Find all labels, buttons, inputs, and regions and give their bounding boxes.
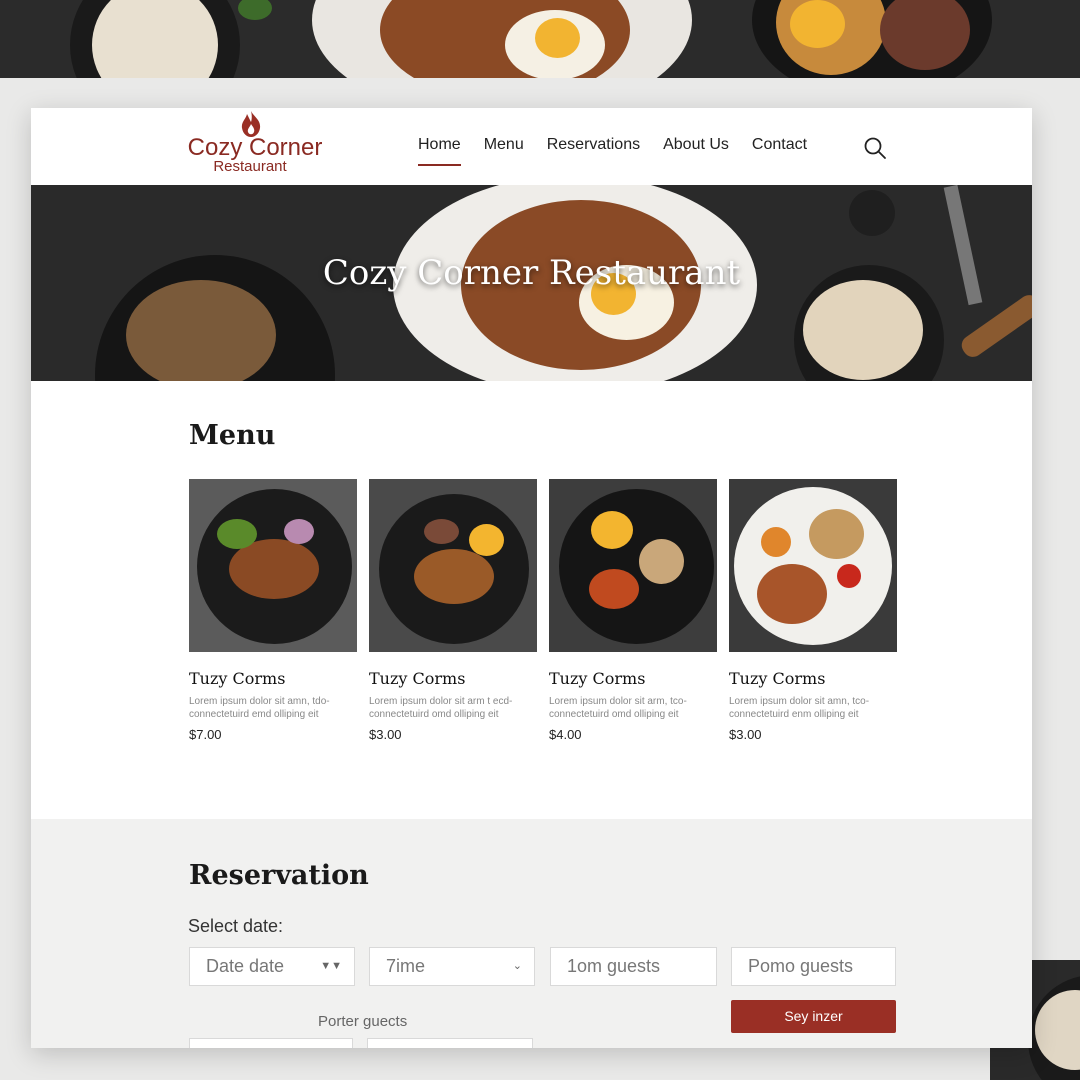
chevron-down-icon: ⌄ xyxy=(512,960,522,972)
nav-item-home[interactable]: Home xyxy=(418,136,461,166)
dish-price: $7.00 xyxy=(189,727,222,742)
nav-item-contact[interactable]: Contact xyxy=(752,136,807,166)
hero-banner: Cozy Corner Restaurant xyxy=(31,185,1032,381)
dish-name: Tuzy Corms xyxy=(369,669,466,688)
double-chevron-icon: ▼▼ xyxy=(320,960,342,972)
date-select-value: Date date xyxy=(206,956,285,976)
time-select-value: 7ime xyxy=(386,956,426,976)
hero-title: Cozy Corner Restaurant xyxy=(322,253,741,293)
menu-card[interactable]: Tuzy Corms Lorem ipsum dolor sit arm t e… xyxy=(369,479,537,742)
dish-image xyxy=(549,479,717,652)
logo-subtitle: Restaurant xyxy=(213,158,287,175)
nav-item-reservations[interactable]: Reservations xyxy=(547,136,640,166)
guests-label: Porter guects xyxy=(318,1013,408,1030)
dish-description: Lorem ipsum dolor sit amn, tdo-connectet… xyxy=(189,696,330,720)
background-photo-top xyxy=(0,0,1080,78)
extra-input-1[interactable]: Esxvise xyxy=(189,1038,353,1048)
nav-item-about-us[interactable]: About Us xyxy=(663,136,729,166)
menu-grid: Tuzy Corms Lorem ipsum dolor sit amn, td… xyxy=(189,479,899,759)
dish-image xyxy=(729,479,897,652)
date-select[interactable]: Date date ▼▼ xyxy=(189,947,355,986)
menu-section-title: Menu xyxy=(189,420,276,451)
dish-price: $4.00 xyxy=(549,727,582,742)
select-date-label: Select date: xyxy=(188,916,284,936)
main-nav: Home Menu Reservations About Us Contact xyxy=(418,136,830,166)
dish-description: Lorem ipsum dolor sit arm t ecd-connecte… xyxy=(369,696,513,720)
dish-description: Lorem ipsum dolor sit amn, tco-connectet… xyxy=(729,696,870,720)
nav-item-menu[interactable]: Menu xyxy=(484,136,524,166)
dish-price: $3.00 xyxy=(729,727,762,742)
dish-image xyxy=(369,479,537,652)
website-page: Cozy Corner Restaurant Home Menu Reserva… xyxy=(31,108,1032,1048)
dish-image xyxy=(189,479,357,652)
dish-name: Tuzy Corms xyxy=(189,669,286,688)
menu-card[interactable]: Tuzy Corms Lorem ipsum dolor sit arm, tc… xyxy=(549,479,717,742)
reservation-section: Reservation Select date: Date date ▼▼ 7i… xyxy=(31,819,1032,1048)
dish-price: $3.00 xyxy=(369,727,402,742)
guests-input-value: 1om guests xyxy=(567,956,661,976)
extra-input-2[interactable]: Gaxsson xyxy=(367,1038,533,1048)
dish-name: Tuzy Corms xyxy=(729,669,826,688)
time-select[interactable]: 7ime ⌄ xyxy=(369,947,535,986)
site-header: Cozy Corner Restaurant Home Menu Reserva… xyxy=(31,108,1032,185)
reservation-title: Reservation xyxy=(189,860,369,891)
submit-reservation-button[interactable]: Sey inzer xyxy=(731,1000,896,1033)
dish-name: Tuzy Corms xyxy=(549,669,646,688)
search-icon[interactable] xyxy=(863,136,887,160)
menu-card[interactable]: Tuzy Corms Lorem ipsum dolor sit amn, td… xyxy=(189,479,357,742)
menu-card[interactable]: Tuzy Corms Lorem ipsum dolor sit amn, tc… xyxy=(729,479,897,742)
guests-input[interactable]: 1om guests xyxy=(550,947,717,986)
promo-guests-input[interactable]: Pomo guests xyxy=(731,947,896,986)
promo-guests-value: Pomo guests xyxy=(748,956,854,976)
logo[interactable]: Cozy Corner Restaurant xyxy=(185,108,325,185)
dish-description: Lorem ipsum dolor sit arm, tco-connectet… xyxy=(549,696,687,720)
